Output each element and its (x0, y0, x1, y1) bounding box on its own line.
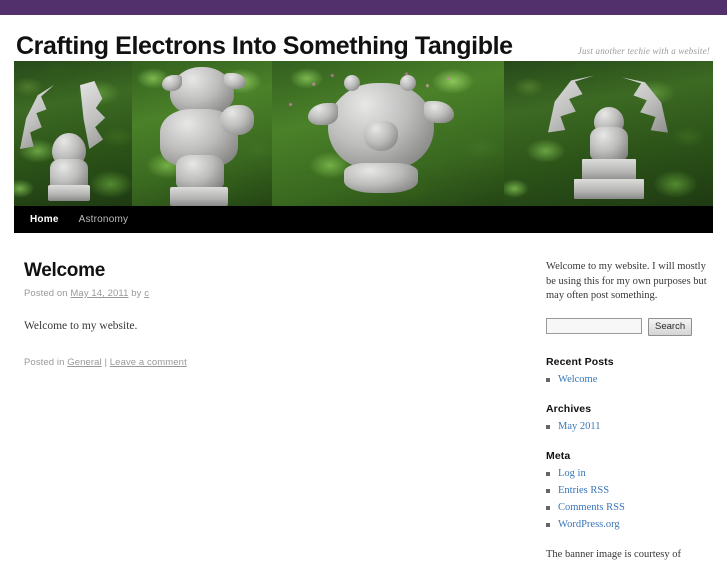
archives-list: May 2011 (546, 420, 713, 434)
post-footer-prefix: Posted in (24, 357, 67, 368)
search-form: Search (546, 318, 713, 336)
post-title[interactable]: Welcome (24, 260, 519, 282)
recent-posts-list: Welcome (546, 373, 713, 387)
search-input[interactable] (546, 318, 642, 334)
search-button[interactable]: Search (648, 318, 692, 336)
winged-gargoyle-pedestal-icon (548, 73, 668, 201)
header-banner-image[interactable] (14, 61, 713, 206)
content-wrapper: Welcome Posted on May 14, 2011 by c Welc… (14, 233, 713, 562)
meta-link-log-in[interactable]: Log in (558, 468, 586, 479)
post-meta-by: by (128, 288, 144, 299)
main-content-column: Welcome Posted on May 14, 2011 by c Welc… (14, 260, 519, 562)
widget-recent-posts: Recent Posts Welcome (546, 356, 713, 387)
big-face-gargoyle-icon (306, 75, 456, 203)
banner-panel-big-face-gargoyle (272, 61, 504, 206)
post-meta: Posted on May 14, 2011 by c (24, 288, 519, 299)
post-author-link[interactable]: c (144, 288, 149, 299)
widget-meta: Meta Log in Entries RSS Comments RSS (546, 450, 713, 532)
bullet-icon (546, 523, 550, 527)
bullet-icon (546, 425, 550, 429)
list-item: May 2011 (546, 420, 713, 434)
list-item: Entries RSS (546, 484, 713, 498)
bullet-icon (546, 472, 550, 476)
primary-navigation: Home Astronomy (14, 206, 713, 233)
list-item: WordPress.org (546, 518, 713, 532)
crouching-gargoyle-icon (146, 65, 262, 206)
post-date-link[interactable]: May 14, 2011 (70, 288, 128, 299)
site-branding: Crafting Electrons Into Something Tangib… (0, 15, 727, 61)
nav-item-astronomy[interactable]: Astronomy (79, 214, 129, 225)
list-item: Comments RSS (546, 501, 713, 515)
banner-panel-winged-gargoyle-left (14, 61, 132, 206)
widget-title-archives: Archives (546, 403, 713, 415)
wordpress-admin-bar (0, 0, 727, 15)
sidebar: Welcome to my website. I will mostly be … (519, 260, 713, 562)
archive-link-may-2011[interactable]: May 2011 (558, 421, 600, 432)
bullet-icon (546, 378, 550, 382)
sidebar-banner-credit-text: The banner image is courtesy of (546, 548, 713, 562)
list-item: Welcome (546, 373, 713, 387)
meta-link-entries-rss[interactable]: Entries RSS (558, 485, 609, 496)
post-footer-meta: Posted in General | Leave a comment (24, 357, 519, 368)
bullet-icon (546, 506, 550, 510)
banner-panel-crouching-gargoyle (132, 61, 272, 206)
meta-link-comments-rss[interactable]: Comments RSS (558, 502, 625, 513)
site-title[interactable]: Crafting Electrons Into Something Tangib… (16, 31, 513, 61)
post-meta-prefix: Posted on (24, 288, 70, 299)
widget-archives: Archives May 2011 (546, 403, 713, 434)
bullet-icon (546, 489, 550, 493)
post-footer-separator: | (102, 357, 110, 368)
recent-post-link-welcome[interactable]: Welcome (558, 374, 597, 385)
nav-item-home[interactable]: Home (30, 214, 59, 225)
widget-title-meta: Meta (546, 450, 713, 462)
meta-list: Log in Entries RSS Comments RSS WordPres… (546, 467, 713, 532)
post-body: Welcome to my website. (24, 317, 519, 335)
winged-gargoyle-left-icon (20, 81, 124, 201)
banner-panel-winged-gargoyle-pedestal (504, 61, 713, 206)
leave-comment-link[interactable]: Leave a comment (110, 357, 187, 368)
sidebar-intro-text: Welcome to my website. I will mostly be … (546, 260, 713, 304)
widget-title-recent-posts: Recent Posts (546, 356, 713, 368)
site-tagline: Just another techie with a website! (578, 46, 710, 56)
list-item: Log in (546, 467, 713, 481)
meta-link-wordpress-org[interactable]: WordPress.org (558, 519, 620, 530)
post-category-link[interactable]: General (67, 357, 102, 368)
page-container: Crafting Electrons Into Something Tangib… (0, 15, 727, 562)
